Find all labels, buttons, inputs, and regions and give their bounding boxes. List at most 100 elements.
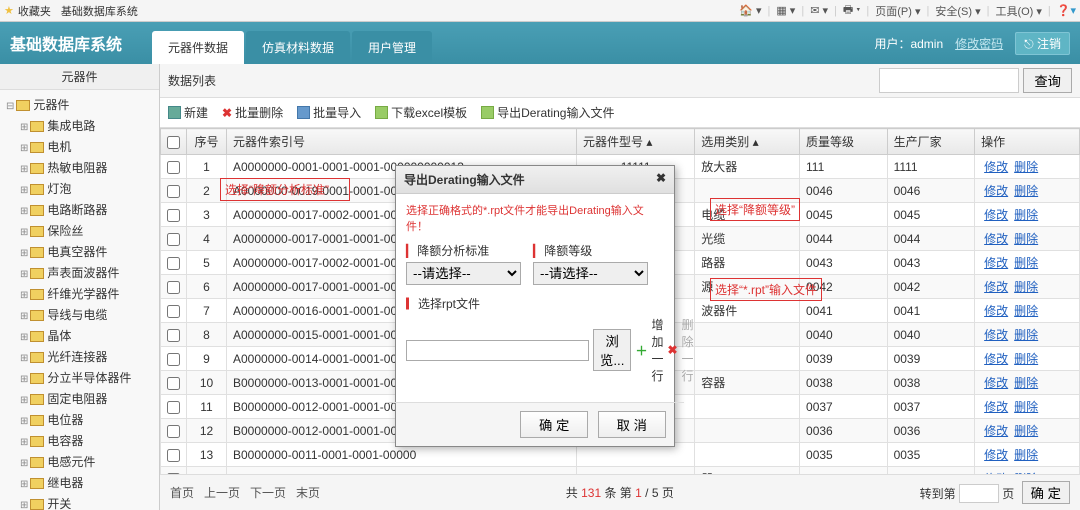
- std-select[interactable]: --请选择--: [406, 262, 521, 285]
- favorites-label[interactable]: 收藏夹: [18, 3, 51, 19]
- delete-link[interactable]: 删除: [1014, 208, 1038, 222]
- tree-item[interactable]: 灯泡: [0, 178, 159, 199]
- row-checkbox[interactable]: [167, 425, 180, 438]
- tree-item[interactable]: 电路断路器: [0, 199, 159, 220]
- batch-import-button[interactable]: 批量导入: [297, 104, 361, 121]
- tab-component-data[interactable]: 元器件数据: [152, 31, 244, 64]
- del-row-button[interactable]: 删除一行: [682, 316, 694, 384]
- tree-item[interactable]: 电真空器件: [0, 241, 159, 262]
- delete-link[interactable]: 删除: [1014, 232, 1038, 246]
- search-input[interactable]: [879, 68, 1019, 93]
- tree-item[interactable]: 声表面波器件: [0, 262, 159, 283]
- tree-item[interactable]: 电机: [0, 136, 159, 157]
- edit-link[interactable]: 修改: [984, 448, 1008, 462]
- row-checkbox[interactable]: [167, 185, 180, 198]
- batch-delete-button[interactable]: ✖批量删除: [222, 104, 283, 121]
- row-checkbox[interactable]: [167, 449, 180, 462]
- edit-link[interactable]: 修改: [984, 424, 1008, 438]
- safety-menu[interactable]: 安全(S) ▾: [935, 3, 980, 19]
- edit-link[interactable]: 修改: [984, 352, 1008, 366]
- print-icon[interactable]: 🖶 ▾: [843, 1, 861, 20]
- tab-simulation-data[interactable]: 仿真材料数据: [246, 31, 350, 64]
- delete-link[interactable]: 删除: [1014, 160, 1038, 174]
- tree-item[interactable]: 纤维光学器件: [0, 283, 159, 304]
- tree-item[interactable]: 开关: [0, 493, 159, 510]
- row-checkbox[interactable]: [167, 161, 180, 174]
- edit-link[interactable]: 修改: [984, 160, 1008, 174]
- edit-link[interactable]: 修改: [984, 400, 1008, 414]
- col-category[interactable]: 选用类别 ▴: [695, 129, 800, 155]
- row-checkbox[interactable]: [167, 233, 180, 246]
- row-checkbox[interactable]: [167, 281, 180, 294]
- change-password-link[interactable]: 修改密码: [955, 35, 1003, 52]
- col-mfr[interactable]: 生产厂家: [887, 129, 975, 155]
- col-quality[interactable]: 质量等级: [800, 129, 888, 155]
- pager-go-button[interactable]: 确 定: [1022, 481, 1070, 504]
- delete-link[interactable]: 删除: [1014, 304, 1038, 318]
- dialog-close-icon[interactable]: ✖: [656, 171, 666, 188]
- col-index[interactable]: 元器件索引号: [227, 129, 577, 155]
- pager-jump-input[interactable]: [959, 484, 999, 503]
- tree-item[interactable]: 电容器: [0, 430, 159, 451]
- row-checkbox[interactable]: [167, 257, 180, 270]
- tree-item[interactable]: 电位器: [0, 409, 159, 430]
- pager-prev[interactable]: 上一页: [204, 484, 240, 501]
- pager-first[interactable]: 首页: [170, 484, 194, 501]
- dialog-cancel-button[interactable]: 取 消: [598, 411, 666, 438]
- search-button[interactable]: 查询: [1023, 68, 1072, 93]
- row-checkbox[interactable]: [167, 209, 180, 222]
- col-model[interactable]: 元器件型号 ▴: [577, 129, 695, 155]
- tree-item[interactable]: 保险丝: [0, 220, 159, 241]
- row-checkbox[interactable]: [167, 329, 180, 342]
- dialog-ok-button[interactable]: 确 定: [520, 411, 588, 438]
- tree-item[interactable]: 集成电路: [0, 115, 159, 136]
- tools-menu[interactable]: 工具(O) ▾: [995, 3, 1041, 19]
- row-checkbox[interactable]: [167, 353, 180, 366]
- edit-link[interactable]: 修改: [984, 328, 1008, 342]
- download-template-button[interactable]: 下载excel模板: [375, 104, 467, 121]
- col-checkbox[interactable]: [161, 129, 187, 155]
- tree-root[interactable]: 元器件: [0, 94, 159, 115]
- pager-next[interactable]: 下一页: [250, 484, 286, 501]
- tree-item[interactable]: 晶体: [0, 325, 159, 346]
- level-select[interactable]: --请选择--: [533, 262, 648, 285]
- edit-link[interactable]: 修改: [984, 208, 1008, 222]
- delete-link[interactable]: 删除: [1014, 376, 1038, 390]
- logout-button[interactable]: ⎋ 注销: [1015, 32, 1070, 55]
- edit-link[interactable]: 修改: [984, 304, 1008, 318]
- mail-icon[interactable]: ✉ ▾: [810, 4, 828, 17]
- delete-link[interactable]: 删除: [1014, 184, 1038, 198]
- home-icon[interactable]: 🏠 ▾: [739, 4, 761, 17]
- edit-link[interactable]: 修改: [984, 280, 1008, 294]
- edit-link[interactable]: 修改: [984, 376, 1008, 390]
- delete-link[interactable]: 删除: [1014, 424, 1038, 438]
- tree-item[interactable]: 导线与电缆: [0, 304, 159, 325]
- row-checkbox[interactable]: [167, 377, 180, 390]
- row-checkbox[interactable]: [167, 305, 180, 318]
- add-row-button[interactable]: 增加一行: [651, 316, 663, 384]
- browse-button[interactable]: 浏览...: [593, 329, 631, 371]
- edit-link[interactable]: 修改: [984, 256, 1008, 270]
- tab-user-mgmt[interactable]: 用户管理: [352, 31, 432, 64]
- tree-item[interactable]: 电感元件: [0, 451, 159, 472]
- pager-last[interactable]: 末页: [296, 484, 320, 501]
- file-path-input[interactable]: [406, 340, 589, 361]
- tree-item[interactable]: 继电器: [0, 472, 159, 493]
- delete-link[interactable]: 删除: [1014, 400, 1038, 414]
- delete-link[interactable]: 删除: [1014, 448, 1038, 462]
- feeds-icon[interactable]: ▦ ▾: [776, 4, 795, 17]
- delete-link[interactable]: 删除: [1014, 328, 1038, 342]
- tree-item[interactable]: 分立半导体器件: [0, 367, 159, 388]
- edit-link[interactable]: 修改: [984, 184, 1008, 198]
- row-checkbox[interactable]: [167, 401, 180, 414]
- delete-link[interactable]: 删除: [1014, 280, 1038, 294]
- page-menu[interactable]: 页面(P) ▾: [875, 3, 920, 19]
- tree-item[interactable]: 光纤连接器: [0, 346, 159, 367]
- col-seq[interactable]: 序号: [187, 129, 227, 155]
- page-tab[interactable]: 基础数据库系统: [61, 3, 138, 19]
- new-button[interactable]: 新建: [168, 104, 208, 121]
- tree-item[interactable]: 固定电阻器: [0, 388, 159, 409]
- delete-link[interactable]: 删除: [1014, 256, 1038, 270]
- tree-item[interactable]: 热敏电阻器: [0, 157, 159, 178]
- help-icon[interactable]: ❓▾: [1057, 4, 1076, 17]
